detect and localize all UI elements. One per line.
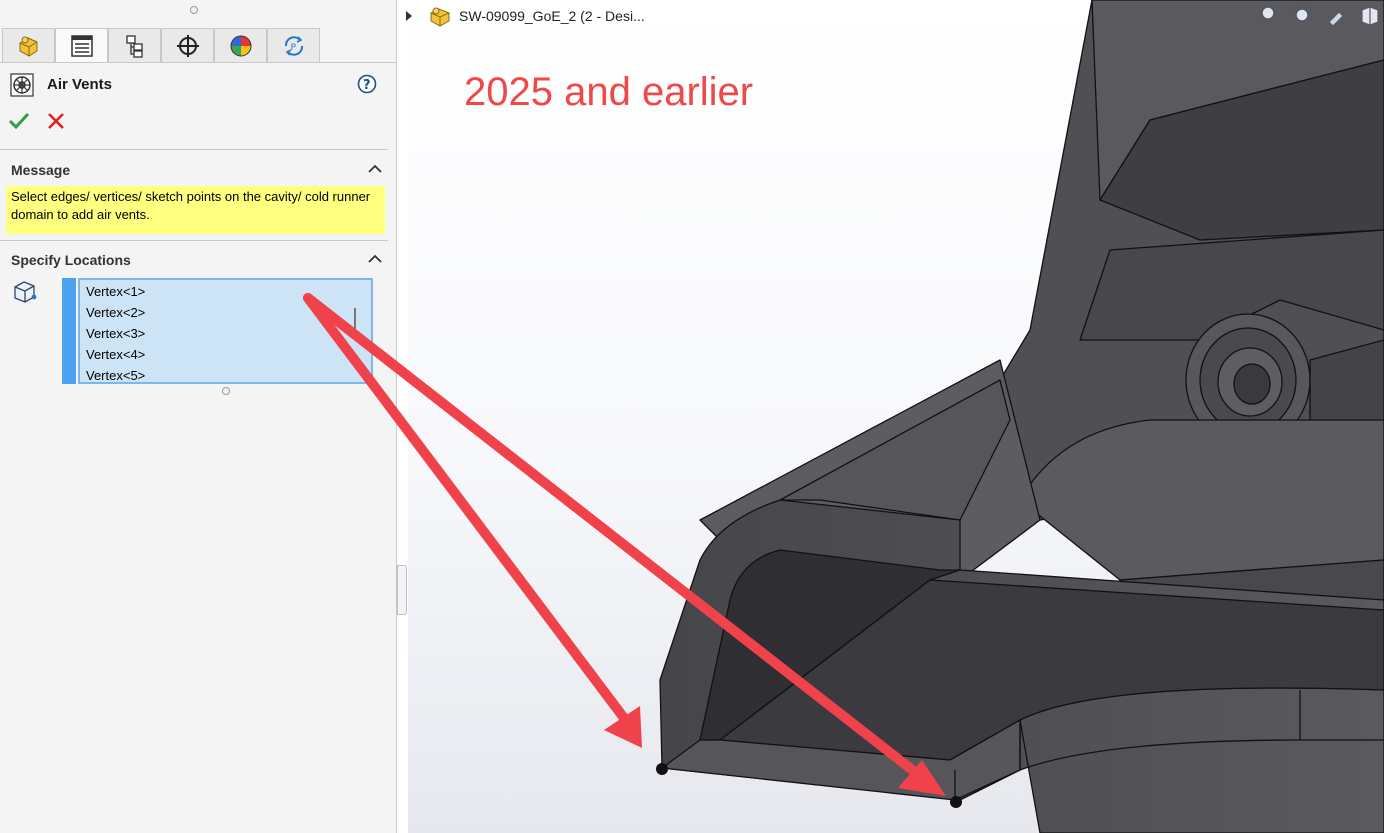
graphics-area[interactable]	[0, 0, 1384, 833]
part-icon	[430, 7, 450, 27]
document-title[interactable]: SW-09099_GoE_2 (2 - Desi...	[459, 8, 645, 24]
zoom-to-fit-icon[interactable]	[1254, 4, 1278, 28]
vertex-point[interactable]	[656, 763, 668, 775]
section-view-icon[interactable]	[1358, 4, 1382, 28]
zoom-to-area-icon[interactable]	[1290, 4, 1314, 28]
vertex-point[interactable]	[950, 796, 962, 808]
previous-view-icon[interactable]	[1325, 4, 1349, 28]
annotation-caption: 2025 and earlier	[464, 70, 754, 114]
tree-expand-icon[interactable]	[405, 11, 413, 21]
